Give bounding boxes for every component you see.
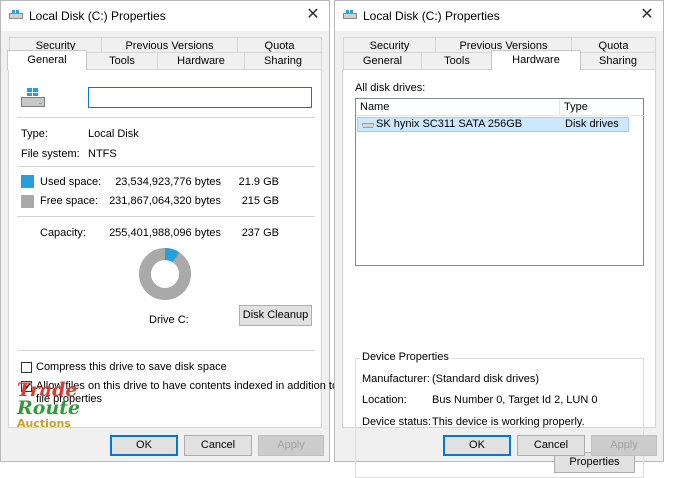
apply-button[interactable]: Apply <box>258 435 324 456</box>
free-space-bytes: 231,867,064,320 bytes <box>109 195 221 207</box>
drive-name-input[interactable] <box>88 87 312 108</box>
trade-route-auctions-watermark: Trade Route Auctions <box>17 381 81 431</box>
manufacturer-label: Manufacturer: <box>362 373 430 385</box>
file-system-value: NTFS <box>88 148 117 160</box>
used-space-arc <box>164 248 180 263</box>
used-space-gb: 21.9 GB <box>238 176 279 188</box>
manufacturer-value: (Standard disk drives) <box>432 373 539 385</box>
device-properties-title: Device Properties <box>360 351 451 363</box>
free-space-swatch <box>21 195 34 208</box>
used-space-bytes: 23,534,923,776 bytes <box>115 176 221 188</box>
tab-sharing[interactable]: Sharing <box>244 52 322 69</box>
used-space-swatch <box>21 175 34 188</box>
drive-icon <box>21 88 45 107</box>
drive-icon <box>343 10 357 19</box>
hardware-panel: All disk drives: Name Type SK hynix SC31… <box>342 69 656 478</box>
column-header-type[interactable]: Type <box>560 99 644 116</box>
used-space-label: Used space: <box>40 176 102 188</box>
free-space-gb: 215 GB <box>241 195 279 207</box>
properties-window-general: Local Disk (C:) Properties ✕ Security Pr… <box>0 0 338 462</box>
separator <box>17 216 315 217</box>
tab-general[interactable]: General <box>343 52 422 69</box>
location-value: Bus Number 0, Target Id 2, LUN 0 <box>432 394 598 406</box>
tab-sharing[interactable]: Sharing <box>580 52 656 69</box>
disk-drives-list[interactable]: Name Type SK hynix SC311 SATA 256GB Disk… <box>355 98 644 266</box>
close-icon[interactable]: ✕ <box>637 5 657 25</box>
free-space-label: Free space: <box>40 195 99 207</box>
device-status-value: This device is working properly. <box>432 416 585 428</box>
ok-button[interactable]: OK <box>110 435 178 456</box>
tab-hardware[interactable]: Hardware <box>157 52 245 69</box>
compress-checkbox[interactable] <box>21 362 32 373</box>
separator <box>17 117 315 118</box>
all-disk-drives-label: All disk drives: <box>355 82 426 94</box>
ok-button[interactable]: OK <box>443 435 511 456</box>
title-bar[interactable]: Local Disk (C:) Properties ✕ <box>335 1 663 31</box>
title-bar[interactable]: Local Disk (C:) Properties ✕ <box>1 1 329 31</box>
index-label-line1[interactable]: Allow files on this drive to have conten… <box>36 380 338 392</box>
tab-tools[interactable]: Tools <box>86 52 158 69</box>
tab-previous-versions[interactable]: Previous Versions <box>101 37 238 53</box>
list-item[interactable]: SK hynix SC311 SATA 256GB Disk drives <box>357 117 629 132</box>
separator <box>17 350 315 351</box>
compress-label[interactable]: Compress this drive to save disk space <box>36 361 227 373</box>
location-label: Location: <box>362 394 407 406</box>
general-panel: Type: Local Disk File system: NTFS Used … <box>8 69 338 428</box>
disk-cleanup-button[interactable]: Disk Cleanup <box>239 305 312 326</box>
window-title: Local Disk (C:) Properties <box>363 9 500 23</box>
column-header-name[interactable]: Name <box>356 99 560 116</box>
watermark-line2: Route <box>17 397 81 419</box>
window-title: Local Disk (C:) Properties <box>29 9 166 23</box>
apply-button[interactable]: Apply <box>591 435 657 456</box>
drive-label: Drive C: <box>149 314 189 326</box>
device-properties-group: Device Properties Manufacturer: (Standar… <box>355 351 644 478</box>
drive-name: SK hynix SC311 SATA 256GB <box>376 118 523 130</box>
tab-quota[interactable]: Quota <box>571 37 656 53</box>
tab-hardware[interactable]: Hardware <box>491 50 581 70</box>
tab-tools[interactable]: Tools <box>421 52 493 69</box>
drive-type: Disk drives <box>565 118 619 130</box>
tab-quota[interactable]: Quota <box>237 37 322 53</box>
capacity-gb: 237 GB <box>241 227 279 239</box>
cancel-button[interactable]: Cancel <box>517 435 585 456</box>
cancel-button[interactable]: Cancel <box>184 435 252 456</box>
type-label: Type: <box>21 128 48 140</box>
properties-window-hardware: Local Disk (C:) Properties ✕ Security Pr… <box>334 0 664 478</box>
capacity-label: Capacity: <box>40 227 86 239</box>
tab-general[interactable]: General <box>7 50 87 70</box>
tab-security[interactable]: Security <box>343 37 436 53</box>
watermark-line3: Auctions <box>17 417 71 430</box>
device-status-label: Device status: <box>362 416 432 428</box>
drive-icon <box>9 10 23 19</box>
file-system-label: File system: <box>21 148 80 160</box>
type-value: Local Disk <box>88 128 139 140</box>
disk-usage-donut <box>139 248 191 300</box>
separator <box>17 166 315 167</box>
close-icon[interactable]: ✕ <box>303 5 323 25</box>
capacity-bytes: 255,401,988,096 bytes <box>109 227 221 239</box>
disk-drive-icon <box>362 123 374 128</box>
